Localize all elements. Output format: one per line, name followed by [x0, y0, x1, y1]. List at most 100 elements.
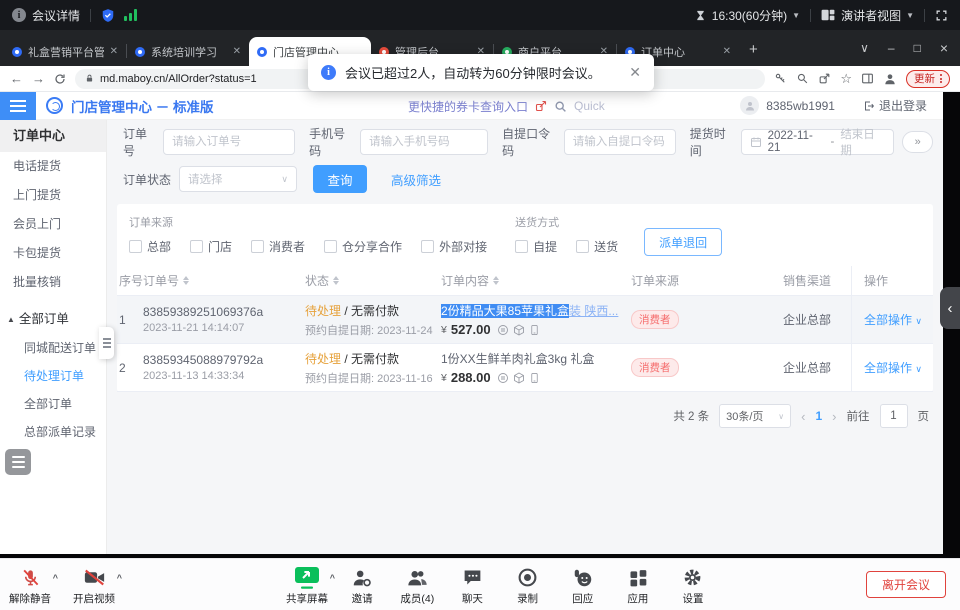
header-order-no[interactable]: 订单号: [143, 272, 305, 289]
header-status[interactable]: 状态: [305, 272, 441, 289]
back-icon[interactable]: ←: [10, 72, 23, 85]
timer-dropdown-icon[interactable]: ▼: [792, 11, 800, 20]
order-number[interactable]: 83859389251069376a: [143, 305, 305, 319]
current-page[interactable]: 1: [815, 409, 822, 423]
view-mode-selector[interactable]: 演讲者视图: [841, 7, 901, 24]
security-shield-icon[interactable]: [101, 8, 115, 23]
checkbox-box[interactable]: [324, 240, 337, 253]
tab-close-icon[interactable]: ✕: [110, 46, 118, 57]
checkbox-self-pickup[interactable]: 自提: [515, 238, 557, 255]
fullscreen-icon[interactable]: [935, 9, 948, 22]
sort-icon[interactable]: [183, 276, 189, 285]
promo-link[interactable]: 更快捷的券卡查询入口: [408, 98, 528, 115]
next-page-button[interactable]: ›: [832, 409, 836, 424]
sidebar-item-phone-pickup[interactable]: 电话提货: [0, 152, 106, 181]
share-page-icon[interactable]: [818, 72, 831, 85]
checkbox-box[interactable]: [421, 240, 434, 253]
package-icon[interactable]: [513, 372, 525, 384]
phone-icon[interactable]: [529, 372, 540, 384]
browser-tab-1[interactable]: 礼盒营销平台管理中心 ✕: [4, 37, 126, 66]
date-range-picker[interactable]: 2022-11-21 - 结束日期: [741, 129, 895, 155]
unmute-button[interactable]: 解除静音 ^: [4, 565, 56, 606]
order-status-select[interactable]: 请选择 ∨: [179, 166, 297, 192]
all-actions-dropdown[interactable]: 全部操作 ∨: [864, 359, 922, 376]
quick-search-icon[interactable]: [554, 100, 567, 113]
mic-options-caret[interactable]: ^: [53, 573, 58, 583]
members-button[interactable]: 成员(4): [391, 565, 443, 606]
table-row[interactable]: 1 83859389251069376a 2023-11-21 14:14:07…: [117, 296, 933, 344]
network-signal-icon[interactable]: [124, 9, 137, 21]
forward-icon[interactable]: →: [32, 72, 45, 85]
sidebar-collapse-handle[interactable]: [99, 327, 114, 359]
checkbox-box[interactable]: [576, 240, 589, 253]
quick-label[interactable]: Quick: [574, 99, 605, 113]
checkbox-box[interactable]: [190, 240, 203, 253]
coupon-icon[interactable]: [497, 372, 509, 384]
sidebar-item-hq-dispatch-log[interactable]: 总部派单记录: [0, 418, 106, 446]
sidebar-item-card-pickup[interactable]: 卡包提货: [0, 239, 106, 268]
apps-button[interactable]: 应用: [612, 565, 664, 606]
checkbox-consumer[interactable]: 消费者: [251, 238, 305, 255]
page-size-select[interactable]: 30条/页∨: [719, 404, 791, 428]
start-video-button[interactable]: 开启视频 ^: [68, 565, 120, 606]
coupon-icon[interactable]: [497, 324, 509, 336]
sort-icon[interactable]: [333, 276, 339, 285]
video-options-caret[interactable]: ^: [117, 573, 122, 583]
checkbox-box[interactable]: [251, 240, 264, 253]
tab-close-icon[interactable]: ✕: [723, 46, 731, 57]
sort-icon[interactable]: [493, 276, 499, 285]
new-tab-button[interactable]: +: [749, 41, 758, 58]
reload-icon[interactable]: [54, 73, 66, 85]
sidebar-group-all-orders[interactable]: ▲全部订单: [0, 304, 106, 334]
product-name-tail[interactable]: 装 陕西...: [569, 304, 618, 318]
package-icon[interactable]: [513, 324, 525, 336]
share-options-caret[interactable]: ^: [330, 573, 335, 583]
browser-tab-2[interactable]: 系统培训学习 ✕: [127, 37, 249, 66]
goto-page-input[interactable]: 1: [880, 404, 908, 428]
leave-meeting-button[interactable]: 离开会议: [866, 571, 946, 598]
checkbox-box[interactable]: [515, 240, 528, 253]
username[interactable]: 8385wb1991: [766, 99, 835, 113]
meeting-details-link[interactable]: 会议详情: [32, 7, 80, 24]
browser-update-button[interactable]: 更新: [906, 70, 950, 88]
settings-button[interactable]: 设置: [667, 565, 719, 606]
product-name[interactable]: 1份XX生鲜羊肉礼盒3kg 礼盒: [441, 350, 623, 367]
checkbox-external[interactable]: 外部对接: [421, 238, 487, 255]
side-panel-icon[interactable]: [861, 72, 874, 85]
record-button[interactable]: 录制: [502, 565, 554, 606]
checkbox-box[interactable]: [129, 240, 142, 253]
query-button[interactable]: 查询: [313, 165, 367, 193]
menu-hamburger-button[interactable]: [0, 92, 36, 120]
window-maximize-button[interactable]: □: [914, 41, 921, 55]
form-expand-button[interactable]: »: [902, 131, 933, 153]
bookmark-star-icon[interactable]: ☆: [840, 71, 852, 87]
sidebar-item-city-delivery[interactable]: 同城配送订单: [0, 334, 106, 362]
all-actions-dropdown[interactable]: 全部操作 ∨: [864, 311, 922, 328]
phone-input[interactable]: [360, 129, 488, 155]
promo-share-icon[interactable]: [535, 100, 547, 112]
password-key-icon[interactable]: [774, 72, 787, 85]
close-icon[interactable]: ✕: [629, 64, 641, 81]
header-content[interactable]: 订单内容: [441, 272, 631, 289]
view-dropdown-icon[interactable]: ▼: [906, 11, 914, 20]
checkbox-warehouse-share[interactable]: 仓分享合作: [324, 238, 402, 255]
tab-search-icon[interactable]: ∨: [860, 41, 869, 55]
order-number[interactable]: 83859345088979792a: [143, 353, 305, 367]
order-no-input[interactable]: [163, 129, 295, 155]
sidebar-item-all-orders[interactable]: 全部订单: [0, 390, 106, 418]
invite-button[interactable]: 邀请: [336, 565, 388, 606]
phone-icon[interactable]: [529, 324, 540, 336]
sidebar-item-pending-orders[interactable]: 待处理订单: [0, 362, 106, 390]
product-name-selected[interactable]: 2份精品大果85苹果礼盒: [441, 304, 569, 318]
dispatch-return-button[interactable]: 派单退回: [644, 228, 722, 256]
user-avatar[interactable]: [740, 96, 759, 115]
panel-expand-handle[interactable]: ‹: [940, 287, 960, 329]
table-row[interactable]: 2 83859345088979792a 2023-11-13 14:33:34…: [117, 344, 933, 392]
prev-page-button[interactable]: ‹: [801, 409, 805, 424]
floating-list-widget[interactable]: [5, 449, 31, 475]
sidebar-item-batch-verify[interactable]: 批量核销: [0, 268, 106, 297]
share-screen-button[interactable]: 共享屏幕 ^: [281, 565, 333, 606]
checkbox-delivery[interactable]: 送货: [576, 238, 618, 255]
checkbox-store[interactable]: 门店: [190, 238, 232, 255]
logout-button[interactable]: 退出登录: [863, 97, 927, 114]
